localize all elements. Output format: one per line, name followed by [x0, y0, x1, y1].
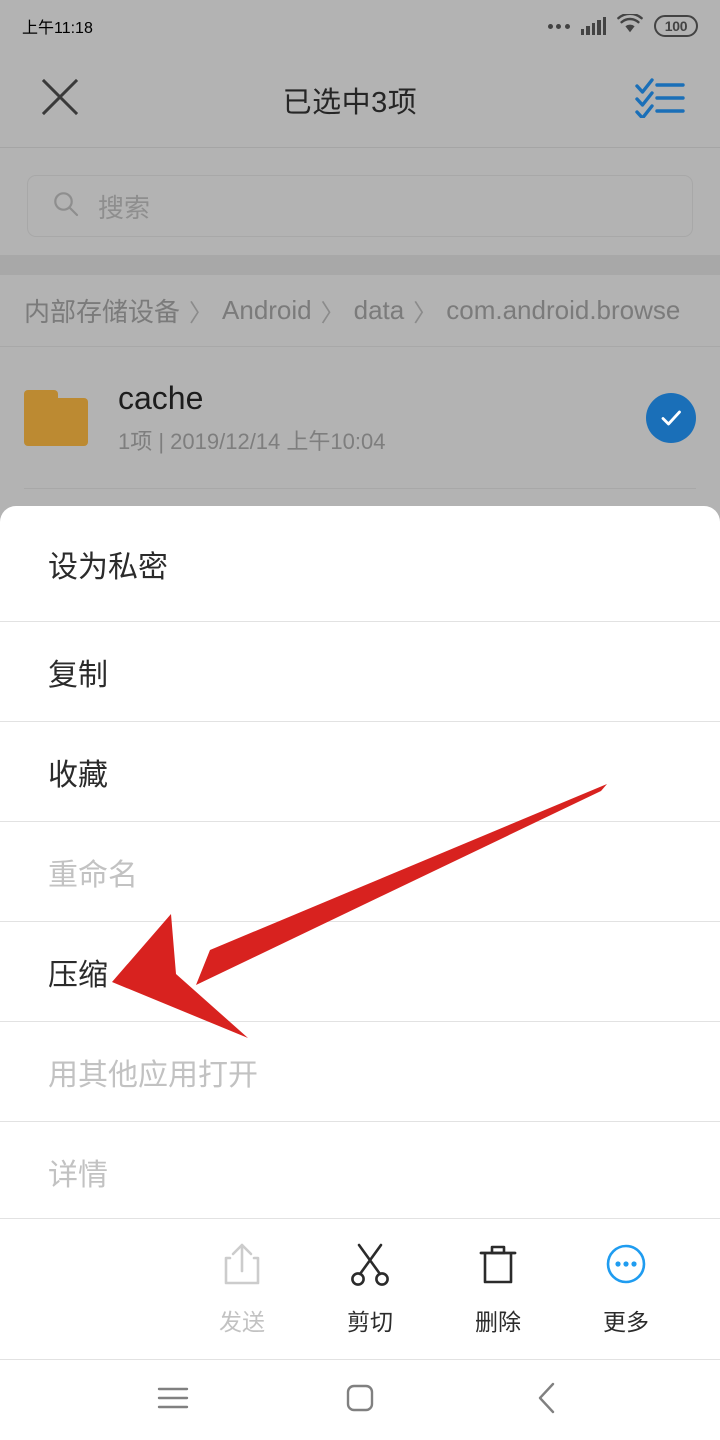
breadcrumb-segment[interactable]: Android: [222, 295, 312, 326]
breadcrumb-segment[interactable]: data: [354, 295, 405, 326]
select-all-button[interactable]: [600, 76, 720, 123]
back-button[interactable]: [502, 1360, 592, 1440]
tool-label: 更多: [603, 1309, 649, 1335]
menu-item-label: 压缩: [48, 958, 108, 992]
menu-item-label: 详情: [48, 1158, 108, 1192]
home-square-icon: [344, 1382, 376, 1419]
menu-icon: [156, 1385, 190, 1416]
menu-item-favorite[interactable]: 收藏: [0, 722, 720, 822]
file-name: cache: [118, 380, 204, 417]
file-subtitle: 1项 | 2019/12/14 上午10:04: [118, 428, 386, 454]
action-toolbar: 发送 剪切 删除 更多: [0, 1218, 720, 1360]
row-divider: [24, 488, 696, 489]
menu-item-label: 收藏: [48, 758, 108, 792]
delete-button[interactable]: 删除: [434, 1241, 562, 1337]
page-title: 已选中3项: [282, 86, 418, 119]
signal-icon: [580, 17, 606, 35]
section-divider-band: [0, 255, 720, 275]
menu-item-label: 用其他应用打开: [48, 1058, 258, 1092]
selection-action-bar: 已选中3项: [0, 52, 720, 148]
cut-button[interactable]: 剪切: [306, 1241, 434, 1337]
more-dots-icon: [547, 23, 570, 29]
breadcrumb-segment[interactable]: com.android.browse: [446, 295, 680, 326]
select-all-checklist-icon: [635, 76, 685, 123]
folder-icon: [24, 390, 88, 446]
battery-icon: 100: [654, 15, 698, 37]
menu-item-set-private[interactable]: 设为私密: [0, 506, 720, 622]
file-meta: cache 1项 | 2019/12/14 上午10:04: [118, 380, 646, 456]
menu-item-copy[interactable]: 复制: [0, 622, 720, 722]
battery-level: 100: [664, 18, 688, 34]
chevron-right-icon: 〉: [189, 300, 214, 327]
menu-item-label: 重命名: [48, 858, 138, 892]
share-upload-icon: [220, 1241, 264, 1292]
search-input[interactable]: 搜索: [27, 175, 693, 237]
status-icons: 100: [547, 12, 698, 39]
menu-item-label: 设为私密: [48, 550, 168, 584]
trash-icon: [476, 1241, 520, 1292]
chevron-right-icon: 〉: [413, 300, 438, 327]
back-chevron-icon: [534, 1381, 560, 1420]
search-placeholder: 搜索: [98, 192, 151, 223]
breadcrumb[interactable]: 内部存储设备 〉 Android 〉 data 〉 com.android.br…: [0, 275, 720, 347]
wifi-icon: [617, 12, 643, 39]
close-icon: [39, 76, 81, 123]
menu-button[interactable]: [128, 1360, 218, 1440]
menu-item-rename: 重命名: [0, 822, 720, 922]
menu-item-open-with: 用其他应用打开: [0, 1022, 720, 1122]
more-button[interactable]: 更多: [562, 1241, 690, 1337]
tool-label: 删除: [475, 1309, 521, 1335]
more-circle-icon: [604, 1241, 648, 1292]
status-bar: 上午11:18 100: [0, 0, 720, 52]
table-row[interactable]: cache 1项 | 2019/12/14 上午10:04: [0, 348, 720, 488]
tool-label: 剪切: [347, 1309, 393, 1335]
tool-label: 发送: [219, 1309, 265, 1335]
scissors-icon: [348, 1241, 392, 1292]
search-area: 搜索: [0, 148, 720, 255]
android-navigation-bar: [0, 1360, 720, 1440]
search-icon: [52, 190, 80, 223]
status-time: 上午11:18: [22, 20, 93, 37]
breadcrumb-segment[interactable]: 内部存储设备: [24, 292, 180, 329]
send-button: 发送: [178, 1241, 306, 1337]
menu-item-details: 详情: [0, 1122, 720, 1218]
check-circle-icon[interactable]: [646, 393, 696, 443]
home-button[interactable]: [315, 1360, 405, 1440]
menu-item-label: 复制: [48, 658, 108, 692]
chevron-right-icon: 〉: [320, 300, 345, 327]
menu-item-compress[interactable]: 压缩: [0, 922, 720, 1022]
more-options-sheet: 设为私密 复制 收藏 重命名 压缩 用其他应用打开 详情: [0, 506, 720, 1218]
